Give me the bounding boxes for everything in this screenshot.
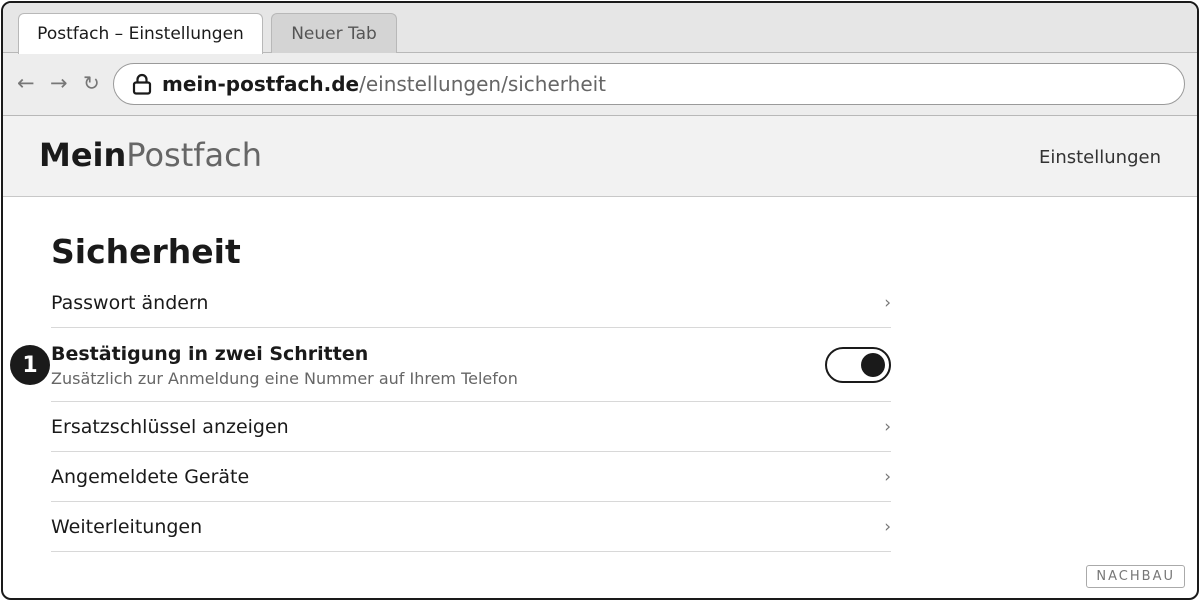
logo-bold-part: Mein [39,136,127,174]
settings-link[interactable]: Einstellungen [1039,147,1161,168]
browser-window: Postfach – Einstellungen Neuer Tab ← → ↻… [1,1,1199,600]
chevron-right-icon: › [884,416,891,437]
back-arrow-icon[interactable]: ← [17,71,35,95]
two-step-toggle[interactable] [825,347,891,383]
list-item-description: Zusätzlich zur Anmeldung eine Nummer auf… [51,369,518,388]
site-header: MeinPostfach Einstellungen [3,116,1197,197]
chevron-right-icon: › [884,466,891,487]
list-item-angemeldete-geraete[interactable]: Angemeldete Geräte › [51,452,891,502]
lock-icon [130,72,154,96]
chevron-right-icon: › [884,516,891,537]
list-item-label: Angemeldete Geräte [51,465,250,488]
list-item-label: Ersatzschlüssel anzeigen [51,415,289,438]
watermark-label: NACHBAU [1086,565,1185,588]
address-bar[interactable]: mein-postfach.de/einstellungen/sicherhei… [113,63,1185,105]
list-item-passwort-aendern[interactable]: Passwort ändern › [51,278,891,328]
reload-icon[interactable]: ↻ [83,71,100,95]
tab-neuer-tab[interactable]: Neuer Tab [271,13,397,53]
list-item-label: Weiterleitungen [51,515,203,538]
toggle-knob [861,353,885,377]
tab-strip: Postfach – Einstellungen Neuer Tab [3,3,1197,54]
chevron-right-icon: › [884,292,891,313]
list-item-label: Passwort ändern [51,291,209,314]
page-title: Sicherheit [51,232,241,271]
url-host: mein-postfach.de [162,72,360,96]
site-logo[interactable]: MeinPostfach [39,137,262,173]
forward-arrow-icon[interactable]: → [50,71,68,95]
security-settings-list: Passwort ändern › Bestätigung in zwei Sc… [51,278,891,552]
url-path: /einstellungen/sicherheit [359,72,607,96]
tab-label: Postfach – Einstellungen [37,24,244,44]
list-item-weiterleitungen[interactable]: Weiterleitungen › [51,502,891,552]
step-number-badge: 1 [10,345,50,385]
logo-light-part: Postfach [126,136,262,174]
list-item-zwei-schritte: Bestätigung in zwei Schritten Zusätzlich… [51,328,891,402]
navigation-bar: ← → ↻ mein-postfach.de/einstellungen/sic… [3,53,1197,116]
tab-postfach-einstellungen[interactable]: Postfach – Einstellungen [18,13,263,54]
list-item-ersatzschluessel[interactable]: Ersatzschlüssel anzeigen › [51,402,891,452]
tab-label: Neuer Tab [291,23,377,44]
list-item-label: Bestätigung in zwei Schritten [51,343,369,365]
